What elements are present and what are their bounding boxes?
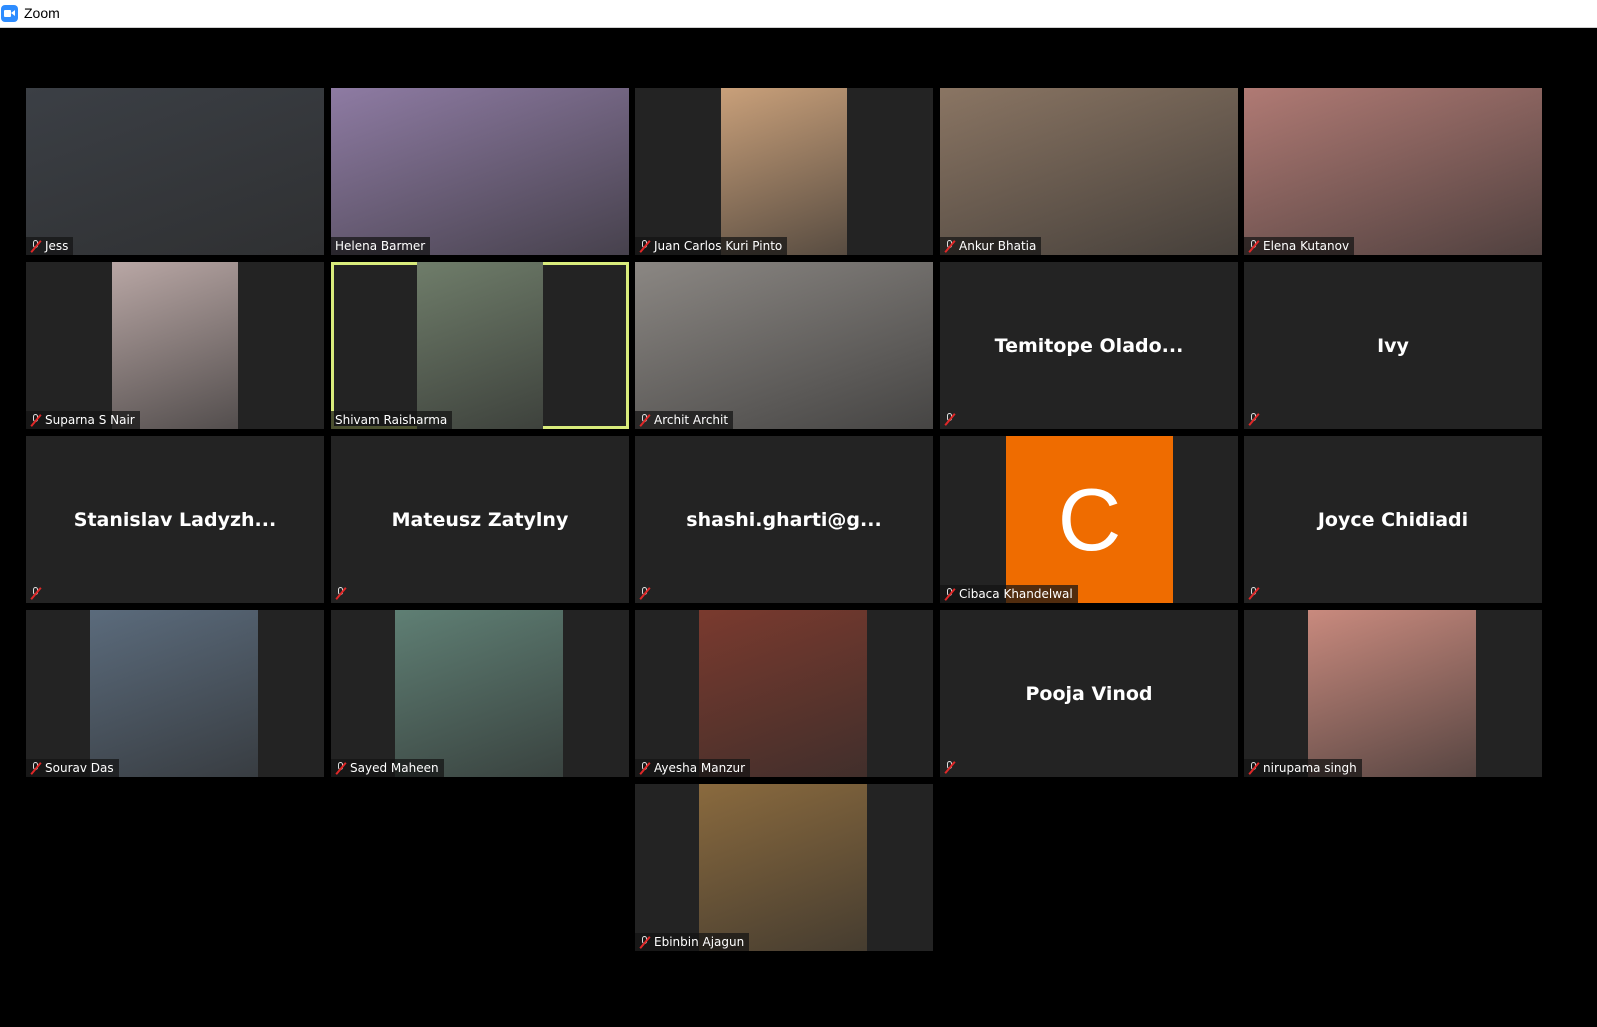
participant-name-tag: Sayed Maheen xyxy=(331,759,444,777)
participant-video xyxy=(395,610,563,777)
mic-muted-icon xyxy=(944,239,956,253)
participant-name-tag: Shivam Raisharma xyxy=(331,411,453,429)
participant-name-label: Archit Archit xyxy=(654,413,729,427)
participant-name: Mateusz Zatylny xyxy=(391,508,569,531)
mic-muted-icon xyxy=(1248,761,1260,775)
participant-name-tag: Elena Kutanov xyxy=(1244,237,1355,255)
participant-tile[interactable]: Ebinbin Ajagun xyxy=(635,784,933,951)
participant-name-tag: Cibaca Khandelwal xyxy=(940,585,1078,603)
window-title: Zoom xyxy=(24,5,60,21)
participant-tile[interactable]: Sayed Maheen xyxy=(331,610,629,777)
participant-name-tag: Sourav Das xyxy=(26,759,119,777)
participant-video xyxy=(112,262,238,429)
mic-muted-icon xyxy=(639,587,651,600)
participant-name-label: Helena Barmer xyxy=(335,239,426,253)
participant-name-tag: Jess xyxy=(26,237,74,255)
mic-muted-icon xyxy=(944,413,956,426)
participant-name-label: Jess xyxy=(45,239,69,253)
participant-name: Stanislav Ladyzh... xyxy=(73,508,277,531)
mic-muted-icon xyxy=(1248,587,1260,600)
participant-tile[interactable]: Helena Barmer xyxy=(331,88,629,255)
mic-muted-icon xyxy=(639,239,651,253)
participant-name-label: Ayesha Manzur xyxy=(654,761,746,775)
participant-tile[interactable]: Joyce Chidiadi xyxy=(1244,436,1542,603)
participant-name-label: Ankur Bhatia xyxy=(959,239,1037,253)
participant-name-tag: Archit Archit xyxy=(635,411,734,429)
participant-name-label: Ebinbin Ajagun xyxy=(654,935,745,949)
participant-tile[interactable]: Archit Archit xyxy=(635,262,933,429)
mic-muted-icon xyxy=(30,761,42,775)
title-bar: Zoom xyxy=(0,0,1597,28)
participant-tile[interactable]: nirupama singh xyxy=(1244,610,1542,777)
participant-name: Ivy xyxy=(1377,334,1409,357)
participant-name: Temitope Olado... xyxy=(994,334,1184,357)
participant-name-tag: Juan Carlos Kuri Pinto xyxy=(635,237,788,255)
mic-muted-icon xyxy=(639,761,651,775)
participant-tile[interactable]: Sourav Das xyxy=(26,610,324,777)
participant-tile[interactable]: Jess xyxy=(26,88,324,255)
participant-name-label: Elena Kutanov xyxy=(1263,239,1350,253)
participant-name-tag: Helena Barmer xyxy=(331,237,431,255)
participant-name-label: Sayed Maheen xyxy=(350,761,439,775)
mic-muted-icon xyxy=(639,935,651,949)
mic-muted-icon xyxy=(335,761,347,775)
mic-muted-icon xyxy=(944,761,956,774)
participant-video xyxy=(417,262,543,429)
participant-video xyxy=(331,88,629,255)
participant-tile[interactable]: Mateusz Zatylny xyxy=(331,436,629,603)
participant-name-label: Sourav Das xyxy=(45,761,114,775)
participant-video xyxy=(1308,610,1476,777)
mic-muted-icon xyxy=(30,413,42,427)
avatar: C xyxy=(1006,436,1173,603)
gallery-view: Jess Helena Barmer Juan Carlos Kuri Pinto A… xyxy=(0,29,1597,1027)
mic-muted-icon xyxy=(1248,239,1260,253)
mic-muted-icon xyxy=(1248,413,1260,426)
participant-tile[interactable]: Pooja Vinod xyxy=(940,610,1238,777)
participant-name-label: Shivam Raisharma xyxy=(335,413,448,427)
participant-video xyxy=(635,262,933,429)
mic-muted-icon xyxy=(335,587,347,600)
zoom-camera-icon xyxy=(1,5,18,22)
participant-tile[interactable]: Ayesha Manzur xyxy=(635,610,933,777)
participant-video xyxy=(940,88,1238,255)
participant-name-label: nirupama singh xyxy=(1263,761,1357,775)
participant-name-label: Cibaca Khandelwal xyxy=(959,587,1073,601)
participant-video xyxy=(90,610,258,777)
participant-video xyxy=(699,610,867,777)
participant-tile[interactable]: C Cibaca Khandelwal xyxy=(940,436,1238,603)
participant-name-label: Suparna S Nair xyxy=(45,413,135,427)
participant-video xyxy=(26,88,324,255)
participant-name-tag: Ebinbin Ajagun xyxy=(635,933,750,951)
participant-tile[interactable]: Temitope Olado... xyxy=(940,262,1238,429)
participant-tile[interactable]: Elena Kutanov xyxy=(1244,88,1542,255)
mic-muted-icon xyxy=(30,587,42,600)
participant-name-tag: Ayesha Manzur xyxy=(635,759,751,777)
participant-tile[interactable]: Shivam Raisharma xyxy=(331,262,629,429)
mic-muted-icon xyxy=(639,413,651,427)
participant-tile[interactable]: Ivy xyxy=(1244,262,1542,429)
participant-tile[interactable]: shashi.gharti@g... xyxy=(635,436,933,603)
participant-name-tag: Suparna S Nair xyxy=(26,411,140,429)
participant-video xyxy=(1244,88,1542,255)
participant-video xyxy=(699,784,867,951)
participant-name: Pooja Vinod xyxy=(1025,682,1153,705)
mic-muted-icon xyxy=(944,587,956,601)
participant-tile[interactable]: Suparna S Nair xyxy=(26,262,324,429)
participant-name-tag: Ankur Bhatia xyxy=(940,237,1042,255)
participant-name-label: Juan Carlos Kuri Pinto xyxy=(654,239,783,253)
participant-name: Joyce Chidiadi xyxy=(1317,508,1469,531)
participant-video xyxy=(721,88,847,255)
participant-name-tag: nirupama singh xyxy=(1244,759,1362,777)
participant-tile[interactable]: Juan Carlos Kuri Pinto xyxy=(635,88,933,255)
participant-tile[interactable]: Ankur Bhatia xyxy=(940,88,1238,255)
participant-name: shashi.gharti@g... xyxy=(686,508,882,531)
mic-muted-icon xyxy=(30,239,42,253)
participant-tile[interactable]: Stanislav Ladyzh... xyxy=(26,436,324,603)
